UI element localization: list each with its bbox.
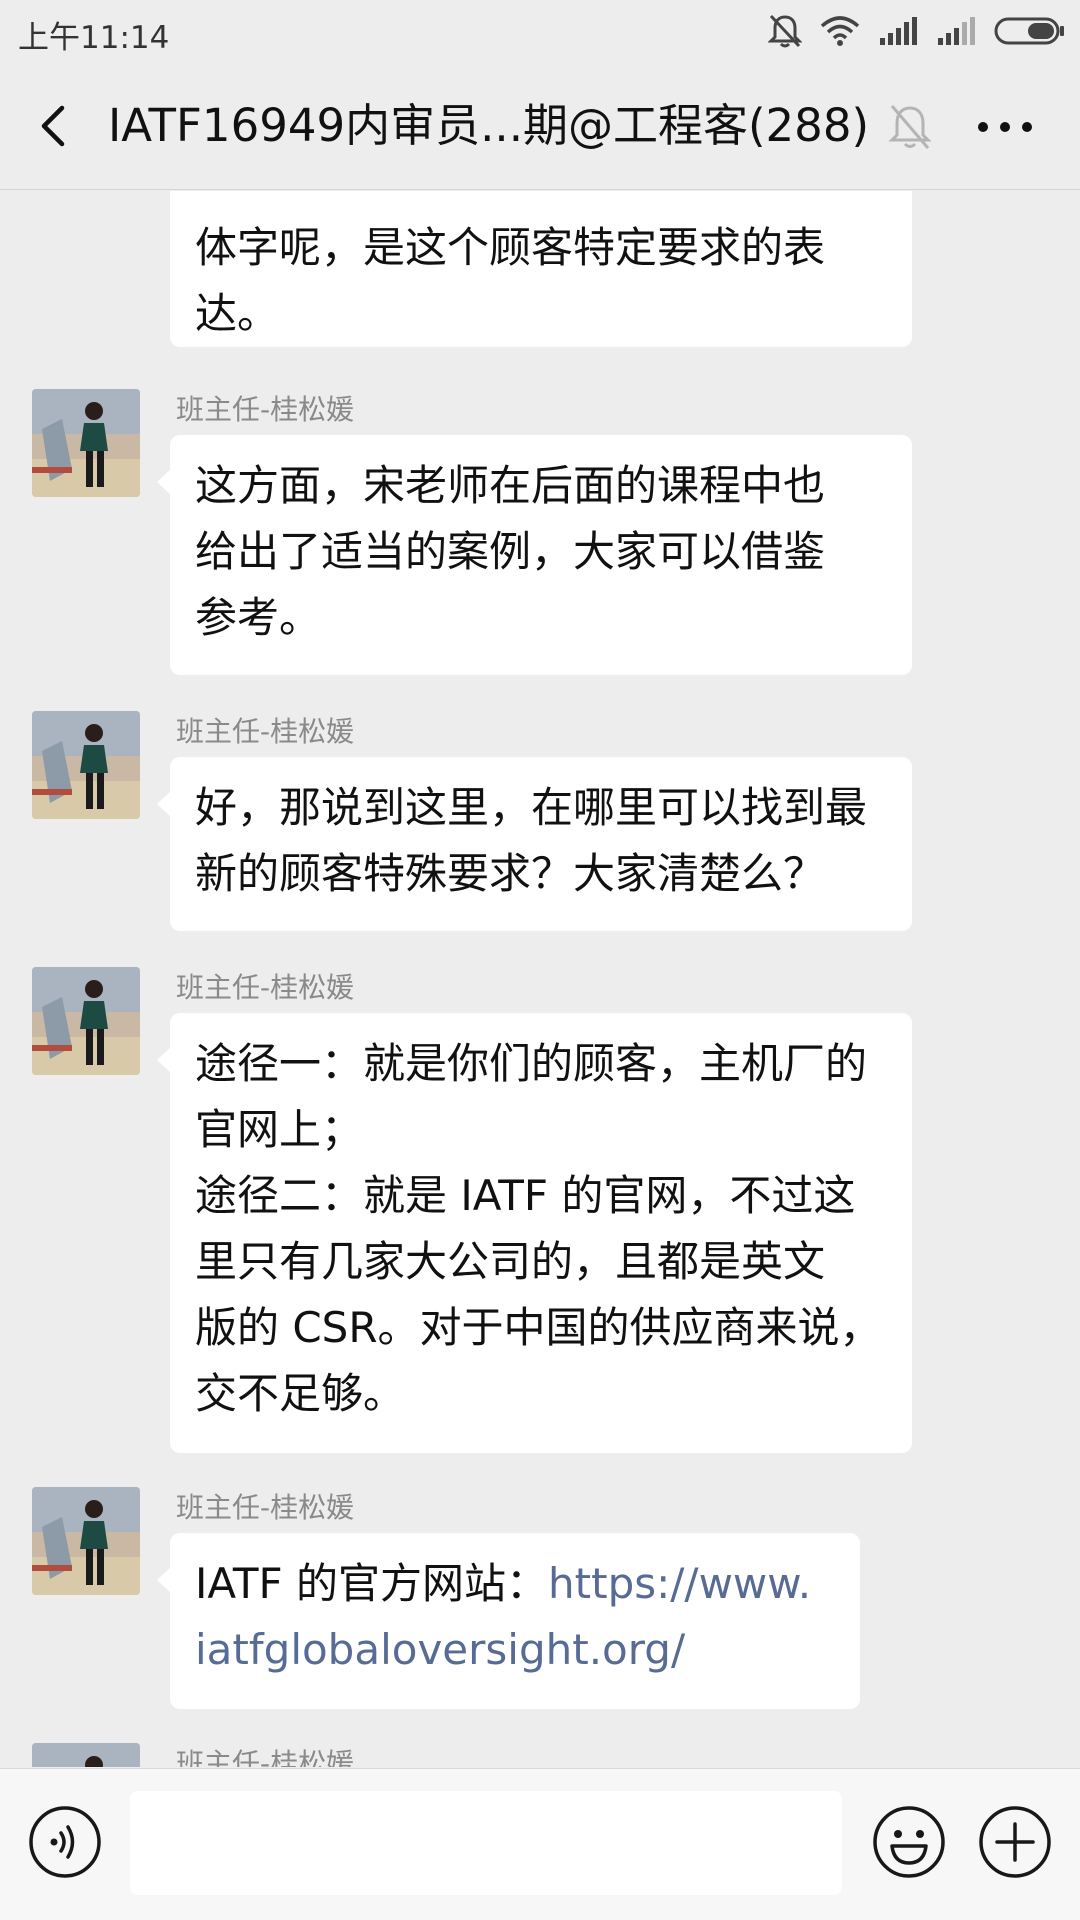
avatar[interactable] [32,711,140,819]
avatar-photo [32,389,140,497]
message-bubble[interactable]: 这方面，宋老师在后面的课程中也 给出了适当的案例，大家可以借鉴 参考。 [157,435,912,675]
sender-name: 班主任-桂松媛 [176,1491,355,1524]
more-dots-icon[interactable] [974,102,1036,152]
sender-name: 班主任-桂松媛 [176,971,355,1004]
message-bubble[interactable]: . 体字呢，是这个顾客特定要求的表 达。 [170,191,912,347]
sender-name: 班主任-桂松媛 [176,715,355,748]
status-time: 上午11:14 [18,20,170,56]
plus-circle-icon[interactable] [978,1805,1052,1879]
voice-icon[interactable] [28,1805,102,1879]
message-line: 体字呢，是这个顾客特定要求的表 [195,223,826,272]
message-bubble[interactable]: 途径一：就是你们的顾客，主机厂的 官网上； 途径二：就是 IATF 的官网，不过… [157,1013,912,1453]
message-link[interactable]: iatfglobaloversight.org/ [195,1617,836,1683]
message-line: 版的 CSR。对于中国的供应商来说， [195,1303,882,1352]
message-line: 这方面，宋老师在后面的课程中也 [195,461,826,510]
emoji-icon[interactable] [872,1805,946,1879]
status-bar: 上午11:14 [0,0,1080,62]
signal-icon [880,17,917,45]
avatar-photo [32,1743,140,1767]
sender-name: 班主任-桂松媛 [176,393,355,426]
message-line: 达。 [195,289,280,338]
message-line: 途径二：就是 IATF 的官网，不过这 [195,1171,856,1220]
avatar-photo [32,967,140,1075]
message-line: IATF 的官方网站：https://www. [195,1551,836,1617]
message-line: 参考。 [195,593,322,642]
message-input[interactable] [130,1791,842,1895]
sender-name: 班主任-桂松媛 [176,1747,355,1767]
message-line: 交不足够。 [195,1369,406,1418]
input-bar [0,1768,1080,1920]
message-line: 好，那说到这里，在哪里可以找到最 [195,783,868,832]
message-line: 新的顾客特殊要求？大家清楚么？ [195,849,826,898]
message-line: 里只有几家大公司的，且都是英文 [195,1237,826,1286]
signal-icon [938,17,975,45]
chat-message-list[interactable]: . 体字呢，是这个顾客特定要求的表 达。 班主任-桂松媛 这方面，宋老师在后面的… [0,191,1080,1767]
avatar[interactable] [32,389,140,497]
message-bubble[interactable]: 好，那说到这里，在哪里可以找到最 新的顾客特殊要求？大家清楚么？ [157,757,912,931]
bell-off-icon [768,14,802,48]
chevron-left-icon[interactable] [28,98,84,154]
bell-off-icon [888,105,932,149]
battery-icon [994,17,1064,45]
message-bubble[interactable]: IATF 的官方网站：https://www. iatfglobaloversi… [157,1533,860,1709]
avatar-photo [32,1487,140,1595]
chat-title[interactable]: IATF16949内审员...期@工程客(288) [108,96,878,156]
message-text: IATF 的官方网站： [195,1559,549,1608]
message-line: 途径一：就是你们的顾客，主机厂的 [195,1039,868,1088]
message-line: 给出了适当的案例，大家可以借鉴 [195,527,826,576]
wifi-icon [820,16,860,46]
chat-header: IATF16949内审员...期@工程客(288) [0,62,1080,190]
avatar-photo [32,711,140,819]
avatar[interactable] [32,1743,140,1767]
message-line: 官网上； [195,1105,364,1154]
message-link[interactable]: https://www. [548,1559,811,1608]
status-icons [768,12,1066,50]
avatar[interactable] [32,1487,140,1595]
avatar[interactable] [32,967,140,1075]
